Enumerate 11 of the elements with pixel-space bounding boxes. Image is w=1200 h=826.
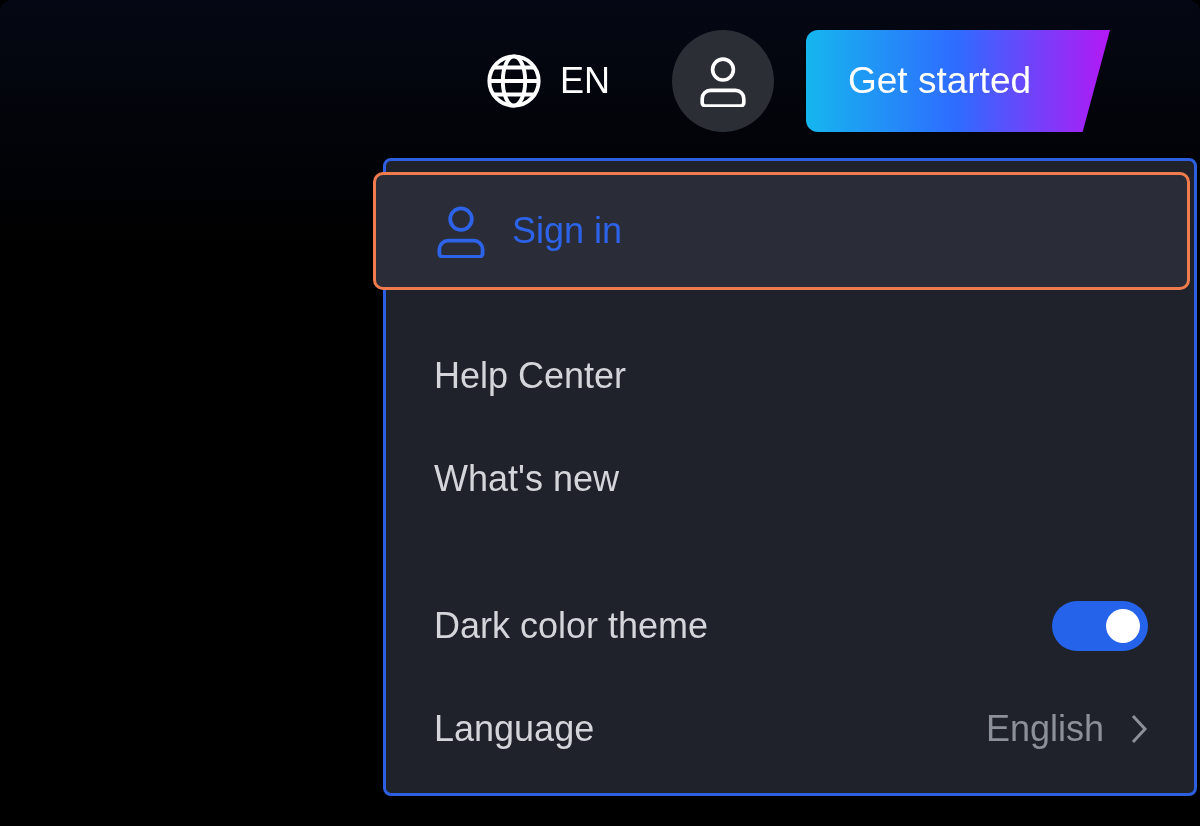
language-button[interactable]: EN <box>486 53 610 109</box>
menu-item[interactable]: What's new <box>386 427 1194 530</box>
chevron-right-icon <box>1130 712 1148 745</box>
person-icon <box>697 55 749 107</box>
menu-item[interactable]: Dark color theme <box>386 574 1194 677</box>
menu-item[interactable]: Language English <box>386 677 1194 780</box>
toggle-switch[interactable] <box>1052 600 1148 651</box>
language-value: English <box>985 707 1104 750</box>
get-started-button[interactable]: Get started <box>806 30 1110 132</box>
globe-icon <box>486 53 542 109</box>
menu-item[interactable]: Help Center <box>386 324 1194 427</box>
